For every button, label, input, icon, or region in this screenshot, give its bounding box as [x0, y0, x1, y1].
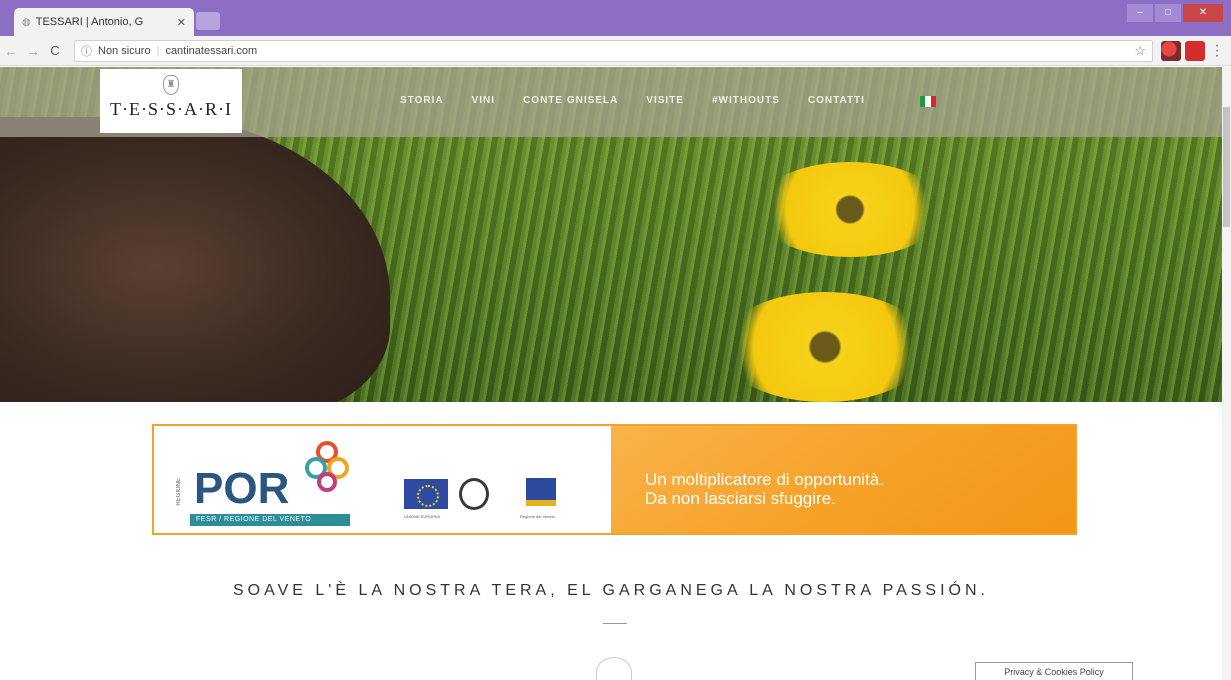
divider	[603, 623, 627, 624]
extension-icon[interactable]	[1161, 40, 1181, 61]
por-banner[interactable]: REGIONE POR FESR / REGIONE DEL VENETO UN…	[152, 424, 1077, 535]
browser-titlebar: ◍ TESSARI | Antonio, G ✕ – □ ✕	[0, 0, 1231, 36]
italian-flag-icon[interactable]	[920, 96, 936, 107]
page-scrollbar[interactable]	[1222, 67, 1231, 680]
info-icon[interactable]: ⓘ	[81, 43, 92, 59]
web-page: ♜ T·E·S·S·A·R·I STORIA VINI CONTE GNISEL…	[0, 67, 1222, 680]
reload-icon[interactable]: C	[44, 40, 66, 62]
eu-caption: UNIONE EUROPEA	[404, 514, 441, 519]
nav-item-vini[interactable]: VINI	[472, 95, 495, 106]
dandelion-flower	[720, 292, 930, 402]
new-tab-button[interactable]	[196, 12, 220, 30]
tab-close-button[interactable]: ✕	[177, 16, 186, 29]
favicon-icon: ◍	[22, 16, 31, 28]
address-separator: |	[156, 44, 160, 57]
nav-item-withouts[interactable]: #WITHOUTS	[712, 95, 780, 106]
por-side-label: REGIONE	[176, 478, 182, 506]
window-controls: – □ ✕	[1127, 4, 1223, 22]
browser-toolbar: ← → C ⓘ Non sicuro | cantinatessari.com …	[0, 36, 1231, 66]
address-bar[interactable]: ⓘ Non sicuro | cantinatessari.com ☆	[74, 39, 1153, 62]
por-logo-text: POR	[194, 464, 290, 513]
nav-item-conte-gnisela[interactable]: CONTE GNISELA	[523, 95, 618, 106]
minimize-button[interactable]: –	[1127, 4, 1153, 22]
page-tagline: SOAVE L'È LA NOSTRA TERA, EL GARGANEGA L…	[233, 582, 989, 599]
crest-icon: ♜	[163, 75, 179, 95]
banner-line-2: Da non lasciarsi sfuggire.	[645, 489, 836, 508]
url-text: cantinatessari.com	[165, 44, 258, 57]
nav-item-storia[interactable]: STORIA	[400, 95, 444, 106]
site-header: ♜ T·E·S·S·A·R·I STORIA VINI CONTE GNISEL…	[0, 67, 1222, 137]
banner-line-1: Un moltiplicatore di opportunità.	[645, 470, 885, 489]
logo-text: T·E·S·S·A·R·I	[110, 99, 232, 119]
nav-item-visite[interactable]: VISITE	[646, 95, 684, 106]
main-nav: STORIA VINI CONTE GNISELA VISITE #WITHOU…	[400, 95, 865, 106]
scrollbar-thumb[interactable]	[1223, 107, 1230, 227]
veneto-caption: Regione del Veneto	[520, 514, 555, 519]
crest-icon	[596, 657, 632, 680]
browser-menu-icon[interactable]: ⋮	[1209, 42, 1225, 59]
forward-icon[interactable]: →	[22, 40, 44, 62]
back-icon[interactable]: ←	[0, 40, 22, 62]
bookmark-star-icon[interactable]: ☆	[1134, 43, 1146, 59]
veneto-emblem-icon	[526, 478, 556, 506]
browser-tab[interactable]: ◍ TESSARI | Antonio, G ✕	[14, 8, 194, 36]
nav-item-contatti[interactable]: CONTATTI	[808, 95, 865, 106]
dandelion-flower	[755, 162, 945, 257]
banner-logos: REGIONE POR FESR / REGIONE DEL VENETO UN…	[154, 426, 611, 533]
por-strip-label: FESR / REGIONE DEL VENETO	[190, 514, 350, 526]
close-window-button[interactable]: ✕	[1183, 4, 1223, 22]
italian-republic-emblem-icon	[459, 478, 489, 510]
pdf-extension-icon[interactable]	[1185, 40, 1205, 61]
tab-title: TESSARI | Antonio, G	[35, 16, 144, 28]
security-label: Non sicuro	[98, 44, 151, 57]
banner-slogan: Un moltiplicatore di opportunità. Da non…	[611, 426, 1075, 533]
maximize-button[interactable]: □	[1155, 4, 1181, 22]
cookie-policy-button[interactable]: Privacy & Cookies Policy	[975, 662, 1133, 680]
por-flower-icon	[305, 441, 349, 492]
site-logo[interactable]: ♜ T·E·S·S·A·R·I	[100, 69, 242, 133]
eu-flag-icon	[404, 479, 448, 509]
